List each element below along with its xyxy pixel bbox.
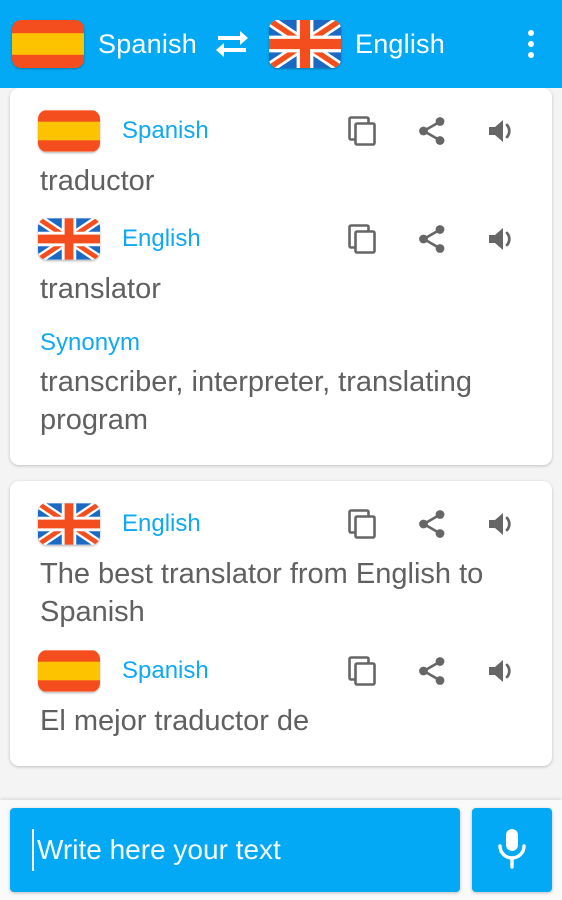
translation-text: El mejor traductor de bbox=[40, 704, 310, 737]
entry-language-label: Spanish bbox=[122, 117, 209, 144]
share-icon[interactable] bbox=[414, 506, 450, 542]
copy-icon[interactable] bbox=[344, 506, 380, 542]
uk-flag-icon bbox=[38, 218, 100, 261]
spain-flag-icon bbox=[38, 649, 100, 692]
source-language-label: Spanish bbox=[98, 28, 197, 59]
translation-text: The best translator from English to Span… bbox=[40, 558, 484, 629]
copy-icon[interactable] bbox=[344, 221, 380, 257]
entry-actions bbox=[344, 113, 534, 149]
results-scroll-area[interactable]: Spanish traductor English translator Syn… bbox=[0, 88, 562, 800]
entry-language-label: Spanish bbox=[122, 656, 209, 684]
overflow-menu-icon[interactable] bbox=[514, 18, 548, 70]
entry-header: English bbox=[10, 495, 552, 549]
spain-flag-icon bbox=[12, 20, 84, 68]
microphone-icon bbox=[492, 824, 532, 877]
translator-app: Spanish English Spanish traductor Englis… bbox=[0, 0, 562, 900]
swap-arrows-icon bbox=[214, 27, 250, 62]
translation-entry: Spanish bbox=[10, 102, 552, 210]
entry-actions bbox=[344, 221, 534, 257]
search-input[interactable]: Write here your text bbox=[10, 808, 460, 892]
speaker-icon[interactable] bbox=[484, 653, 520, 689]
overflow-dot bbox=[528, 30, 534, 36]
uk-flag-icon bbox=[38, 503, 100, 546]
translation-text: translator bbox=[40, 273, 161, 306]
entry-actions bbox=[344, 506, 534, 542]
search-input-placeholder: Write here your text bbox=[37, 834, 281, 865]
speaker-icon[interactable] bbox=[484, 221, 520, 257]
swap-languages-button[interactable] bbox=[211, 23, 253, 65]
source-language-selector[interactable]: Spanish bbox=[12, 20, 197, 68]
translation-entry: English bbox=[10, 210, 552, 318]
entry-language-label: English bbox=[122, 225, 201, 253]
speaker-icon[interactable] bbox=[484, 506, 520, 542]
entry-actions bbox=[344, 653, 534, 689]
copy-icon[interactable] bbox=[344, 653, 380, 689]
entry-header: Spanish bbox=[10, 642, 552, 696]
overflow-dot bbox=[528, 52, 534, 58]
synonym-text: transcriber, interpreter, translating pr… bbox=[40, 365, 472, 436]
translation-entry: English bbox=[10, 495, 552, 642]
share-icon[interactable] bbox=[414, 221, 450, 257]
speaker-icon[interactable] bbox=[484, 113, 520, 149]
share-icon[interactable] bbox=[414, 113, 450, 149]
entry-header: English bbox=[10, 210, 552, 264]
translation-text: traductor bbox=[40, 165, 155, 197]
entry-language-label: English bbox=[122, 510, 201, 538]
synonym-label: Synonym bbox=[40, 328, 141, 356]
entry-header: Spanish bbox=[10, 102, 552, 156]
target-language-selector[interactable]: English bbox=[268, 20, 445, 68]
voice-input-button[interactable] bbox=[472, 808, 552, 892]
share-icon[interactable] bbox=[414, 653, 450, 689]
uk-flag-icon bbox=[268, 20, 341, 68]
target-language-label: English bbox=[354, 28, 445, 59]
overflow-dot bbox=[528, 41, 534, 47]
copy-icon[interactable] bbox=[344, 113, 380, 149]
app-header: Spanish English bbox=[0, 0, 562, 88]
translation-entry: Spanish bbox=[10, 642, 552, 750]
input-bar: Write here your text bbox=[0, 800, 562, 900]
translation-card: English The best translator from English… bbox=[10, 481, 552, 766]
translation-card: Spanish traductor English translator Syn… bbox=[10, 88, 552, 466]
spain-flag-icon bbox=[38, 110, 100, 152]
text-cursor bbox=[32, 829, 34, 871]
